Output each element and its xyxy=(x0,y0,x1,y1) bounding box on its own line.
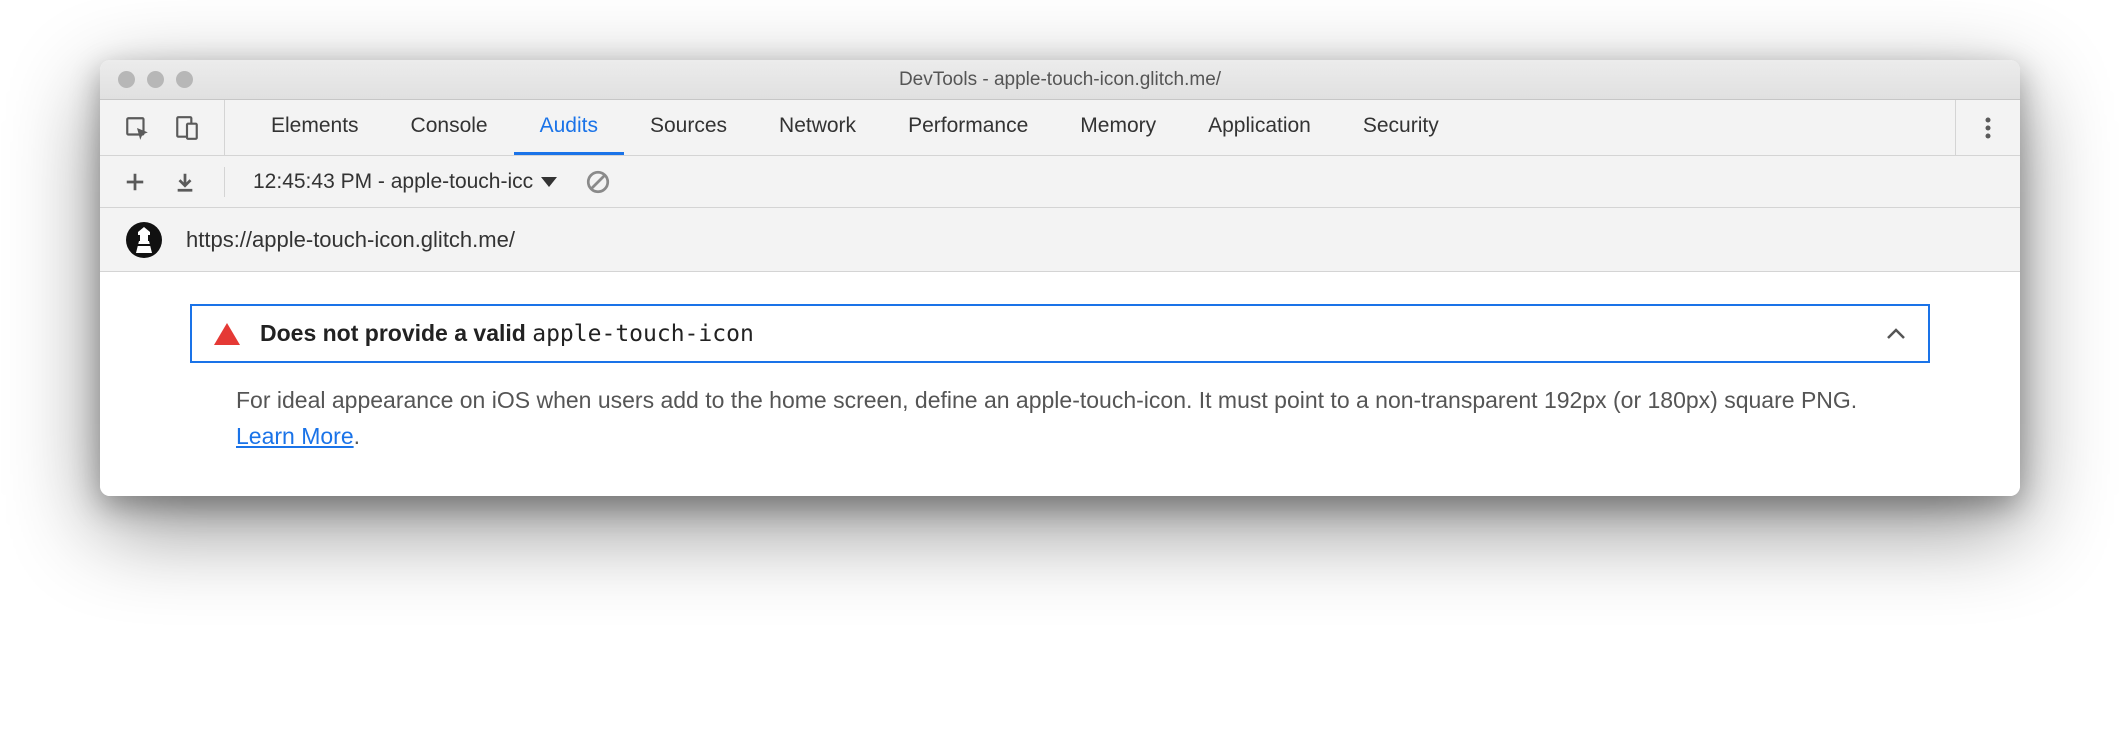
tab-audits[interactable]: Audits xyxy=(514,100,624,155)
traffic-lights xyxy=(100,71,193,88)
audit-title-code: apple-touch-icon xyxy=(532,321,754,347)
collapse-chevron-icon[interactable] xyxy=(1886,327,1906,341)
learn-more-link[interactable]: Learn More xyxy=(236,423,354,449)
report-url: https://apple-touch-icon.glitch.me/ xyxy=(186,227,515,253)
audit-item-header[interactable]: Does not provide a valid apple-touch-ico… xyxy=(190,304,1930,363)
window-titlebar: DevTools - apple-touch-icon.glitch.me/ xyxy=(100,60,2020,100)
tab-elements[interactable]: Elements xyxy=(245,100,385,155)
toggle-device-toolbar-icon[interactable] xyxy=(174,115,200,141)
audit-title: Does not provide a valid apple-touch-ico… xyxy=(260,320,754,347)
download-report-icon[interactable] xyxy=(174,171,196,193)
tabs-trailing xyxy=(1955,100,2020,155)
audits-toolbar: 12:45:43 PM - apple-touch-icc xyxy=(100,156,2020,208)
tab-memory[interactable]: Memory xyxy=(1054,100,1182,155)
tab-performance[interactable]: Performance xyxy=(882,100,1054,155)
minimize-window-button[interactable] xyxy=(147,71,164,88)
audit-title-text: Does not provide a valid xyxy=(260,320,532,346)
lighthouse-logo-icon xyxy=(126,222,162,258)
report-selector-label: 12:45:43 PM - apple-touch-icc xyxy=(253,170,533,194)
close-window-button[interactable] xyxy=(118,71,135,88)
tab-console[interactable]: Console xyxy=(385,100,514,155)
tabs-leading-buttons xyxy=(100,100,225,155)
tab-security[interactable]: Security xyxy=(1337,100,1465,155)
report-url-row: https://apple-touch-icon.glitch.me/ xyxy=(100,208,2020,272)
audit-desc-suffix: . xyxy=(354,423,360,449)
window-title: DevTools - apple-touch-icon.glitch.me/ xyxy=(100,69,2020,91)
zoom-window-button[interactable] xyxy=(176,71,193,88)
devtools-tabs-row: ElementsConsoleAuditsSourcesNetworkPerfo… xyxy=(100,100,2020,156)
inspect-element-icon[interactable] xyxy=(124,115,150,141)
audit-description: For ideal appearance on iOS when users a… xyxy=(190,363,1930,462)
more-options-icon[interactable] xyxy=(1984,116,1992,140)
tab-application[interactable]: Application xyxy=(1182,100,1337,155)
report-selector[interactable]: 12:45:43 PM - apple-touch-icc xyxy=(253,170,557,194)
new-audit-icon[interactable] xyxy=(124,171,146,193)
toolbar-separator xyxy=(224,167,225,197)
devtools-window: DevTools - apple-touch-icon.glitch.me/ E… xyxy=(100,60,2020,496)
tabs-list: ElementsConsoleAuditsSourcesNetworkPerfo… xyxy=(225,100,1465,155)
chevron-down-icon xyxy=(541,176,557,188)
clear-report-icon[interactable] xyxy=(585,169,611,195)
fail-triangle-icon xyxy=(214,323,240,345)
audit-body: Does not provide a valid apple-touch-ico… xyxy=(100,272,2020,496)
tab-sources[interactable]: Sources xyxy=(624,100,753,155)
audit-desc-text: For ideal appearance on iOS when users a… xyxy=(236,387,1857,413)
tab-network[interactable]: Network xyxy=(753,100,882,155)
